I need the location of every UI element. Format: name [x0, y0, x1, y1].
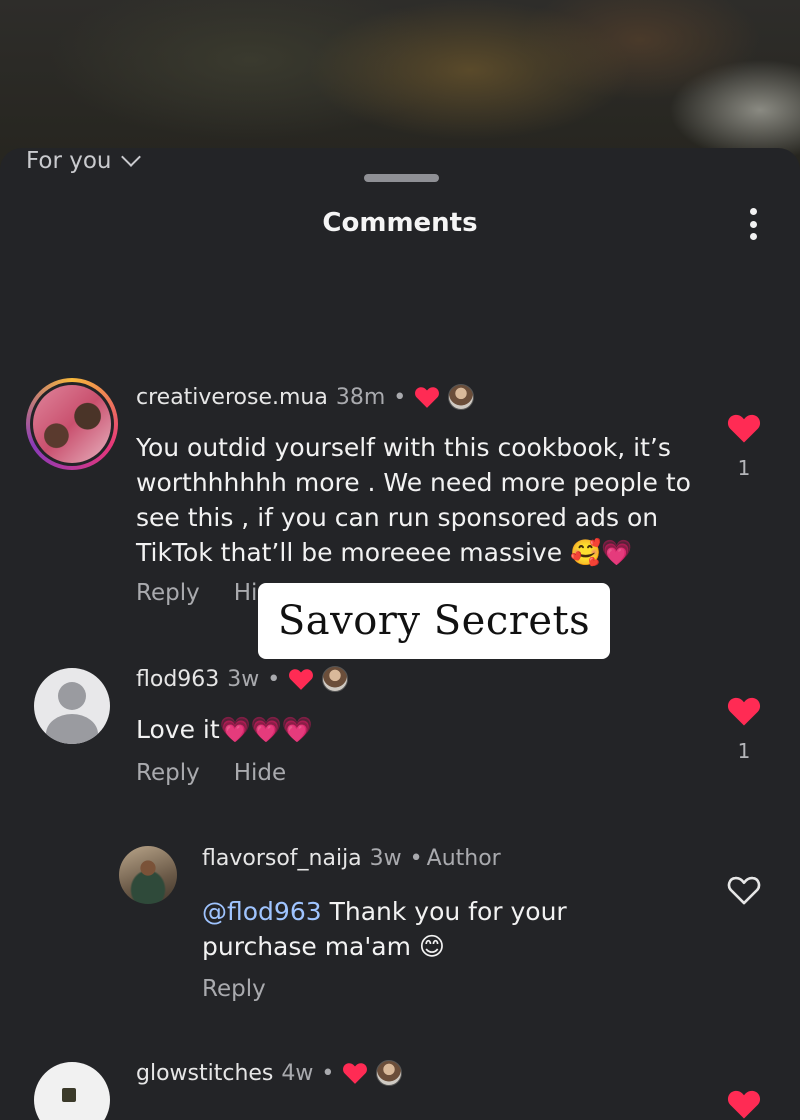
- comment-text: Love it💗💗💗: [136, 715, 314, 744]
- separator-dot: •: [321, 1060, 335, 1086]
- username[interactable]: flod963: [136, 667, 219, 692]
- comment-time: 3w: [227, 666, 260, 692]
- creator-avatar-icon: [322, 666, 349, 692]
- sort-dropdown[interactable]: For you: [26, 147, 141, 174]
- heart-outline-icon: [727, 876, 761, 905]
- heart-filled-icon: [727, 1090, 761, 1119]
- creator-avatar-icon: [448, 384, 475, 410]
- hide-button[interactable]: Hide: [234, 760, 286, 786]
- sheet-title: Comments: [322, 208, 478, 238]
- creator-liked-heart-icon: [343, 1063, 368, 1084]
- mention-link[interactable]: @flod963: [202, 897, 322, 926]
- like-button[interactable]: 1: [724, 412, 764, 480]
- username[interactable]: creativerose.mua: [136, 385, 328, 410]
- separator-dot: •: [409, 846, 423, 871]
- like-button[interactable]: [724, 1088, 764, 1120]
- sort-label: For you: [26, 148, 112, 174]
- comment-time: 3w: [369, 846, 402, 871]
- username[interactable]: flavorsof_naija: [202, 846, 362, 871]
- heart-filled-icon: [727, 414, 761, 443]
- comment-text: You outdid yourself with this cookbook, …: [136, 433, 691, 567]
- creator-liked-heart-icon: [289, 669, 314, 690]
- hide-button[interactable]: Hi: [234, 580, 258, 606]
- heart-filled-icon: [727, 697, 761, 726]
- separator-dot: •: [393, 384, 407, 410]
- overlay-sticker-text: Savory Secrets: [258, 583, 610, 659]
- like-count: 1: [737, 456, 751, 480]
- more-options-icon[interactable]: [738, 206, 768, 242]
- separator-dot: •: [267, 666, 281, 692]
- creator-liked-heart-icon: [415, 387, 440, 408]
- comment-text: @flod963 Thank you for your purchase ma'…: [202, 897, 567, 961]
- avatar[interactable]: [26, 378, 118, 470]
- reply-button[interactable]: Reply: [136, 580, 200, 606]
- author-badge: Author: [426, 846, 501, 871]
- avatar[interactable]: [119, 846, 177, 904]
- like-button[interactable]: [724, 874, 764, 906]
- drag-handle[interactable]: [364, 174, 439, 182]
- comment-time: 4w: [281, 1060, 314, 1086]
- reply-button[interactable]: Reply: [136, 760, 200, 786]
- like-count: 1: [737, 739, 751, 763]
- avatar[interactable]: [34, 668, 110, 744]
- username[interactable]: glowstitches: [136, 1061, 273, 1086]
- creator-avatar-icon: [376, 1060, 403, 1086]
- comment-time: 38m: [335, 384, 386, 410]
- chevron-down-icon: [120, 147, 141, 167]
- like-button[interactable]: 1: [724, 695, 764, 763]
- reply-button[interactable]: Reply: [202, 976, 266, 1002]
